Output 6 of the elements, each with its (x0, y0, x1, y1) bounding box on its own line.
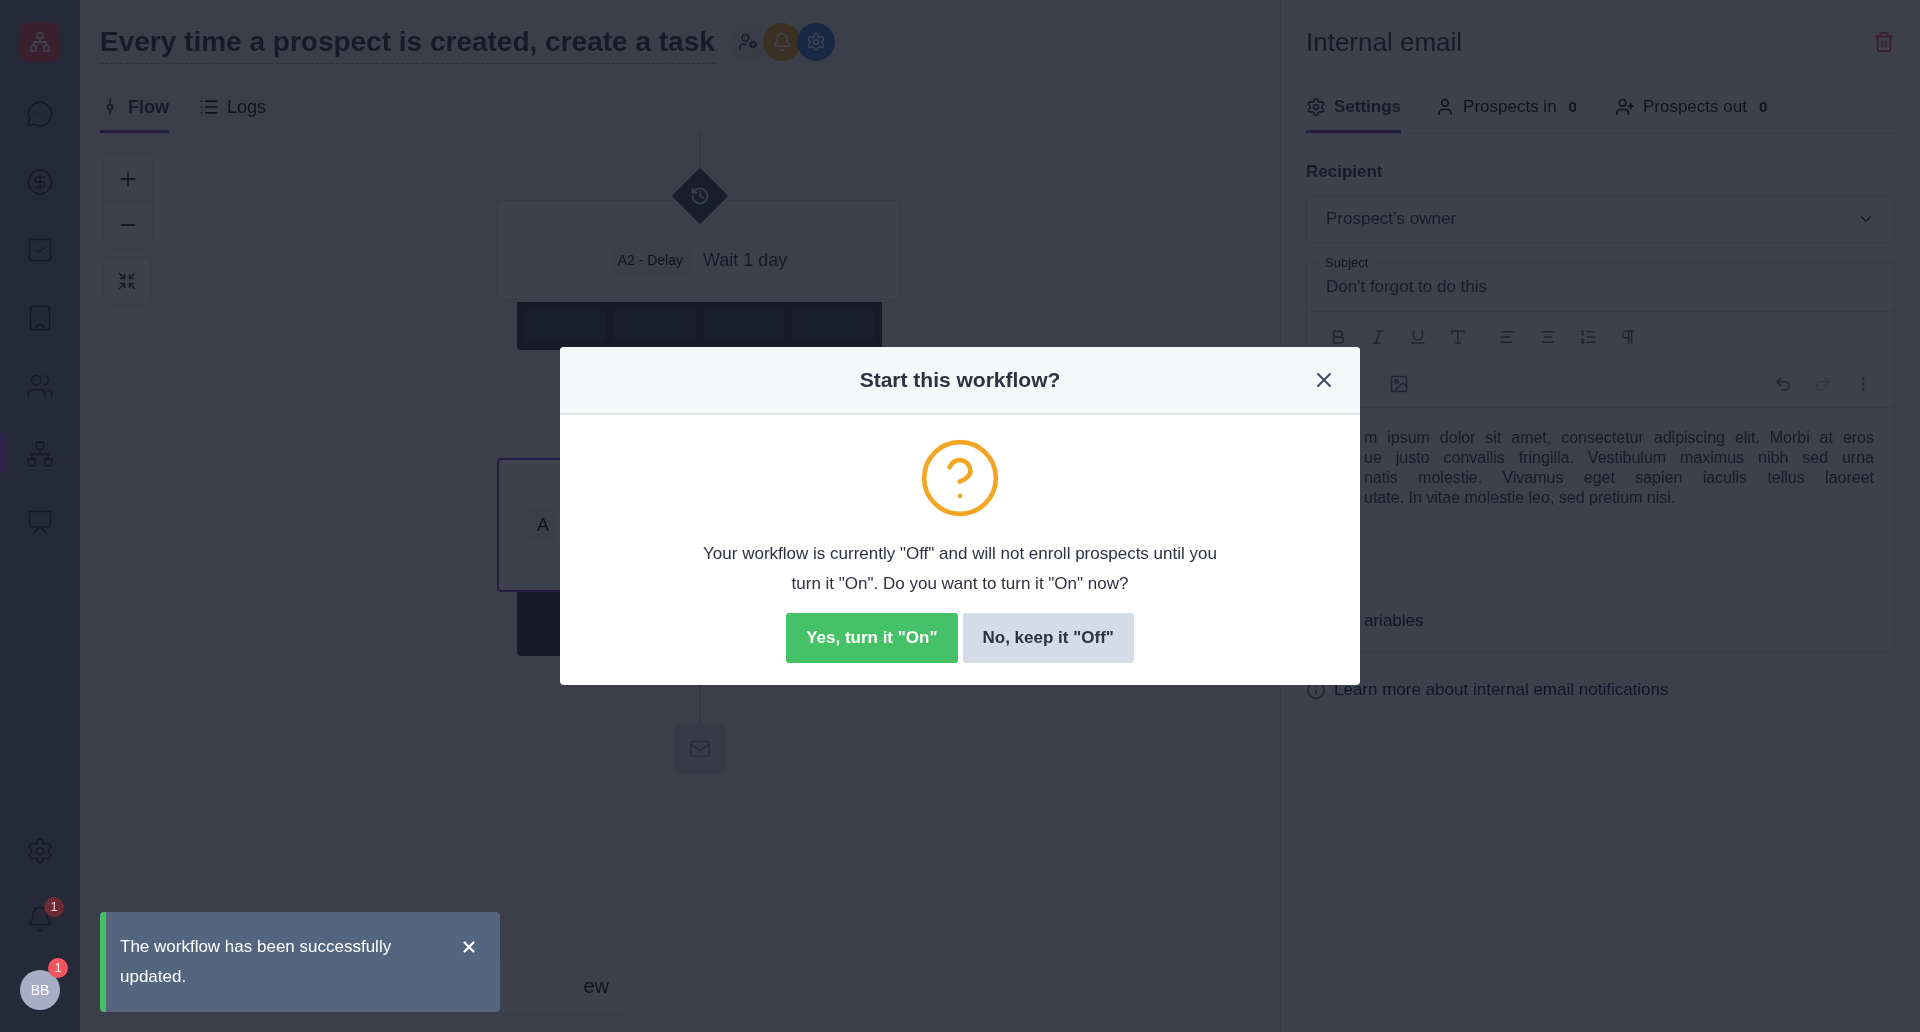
dialog-message: Your workflow is currently "Off" and will not enroll prospects until you turn it "On". Do you want to turn it "On" now? (702, 543, 1218, 595)
toast-message: The workflow has been successfully updated. (120, 936, 393, 988)
confirm-button[interactable]: Yes, turn it "On" (786, 613, 958, 663)
close-icon (460, 938, 478, 956)
dialog-title: Start this workflow? (859, 367, 1061, 394)
cancel-button[interactable]: No, keep it "Off" (962, 613, 1134, 663)
